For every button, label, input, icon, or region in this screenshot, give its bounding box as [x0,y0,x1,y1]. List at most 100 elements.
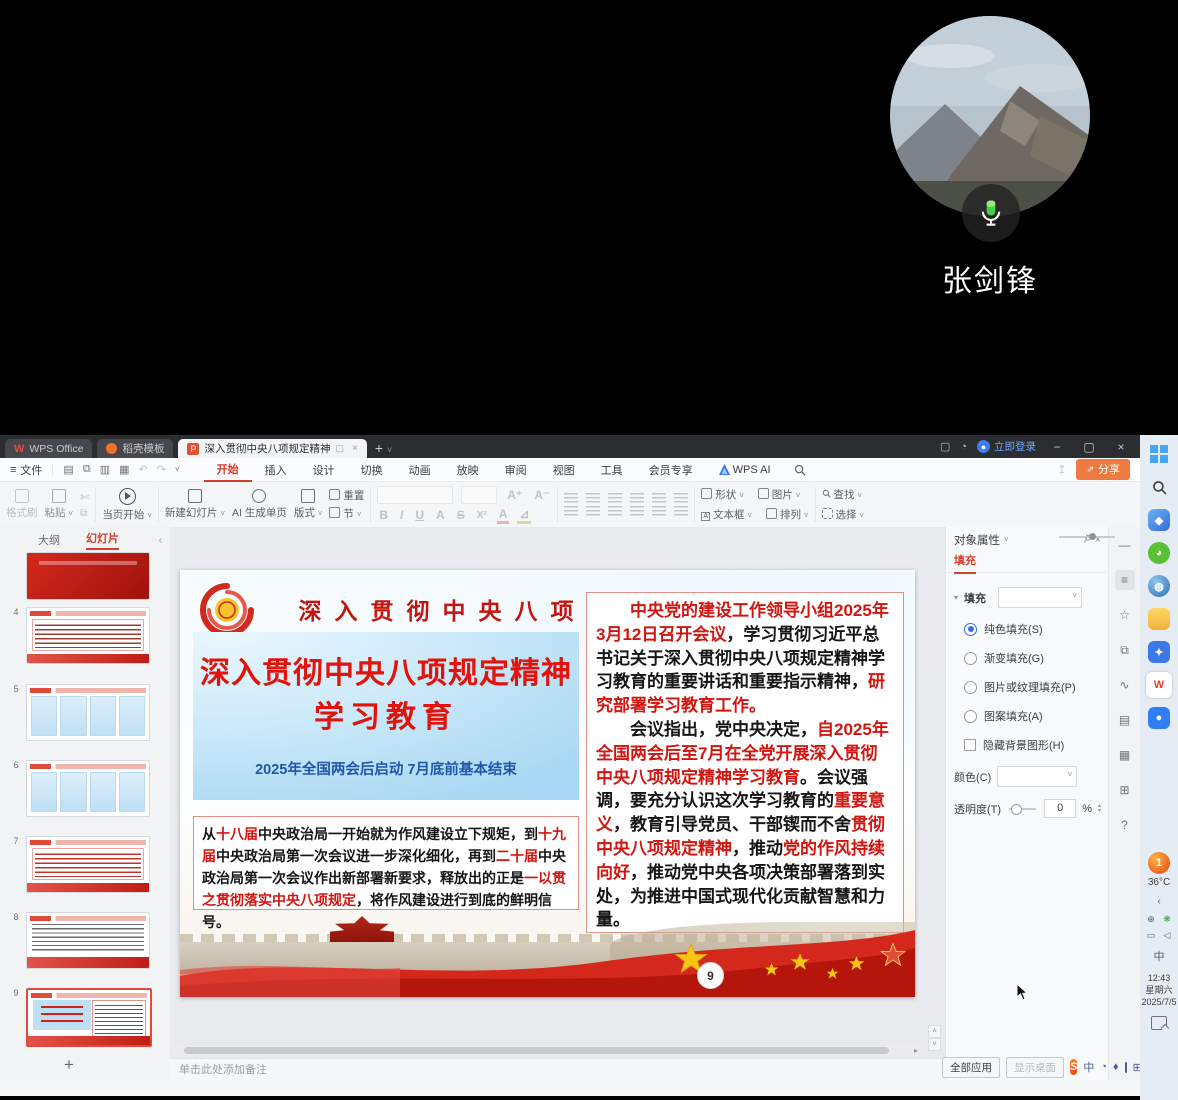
upload-cloud-icon[interactable]: ↥ [1057,463,1066,476]
fill-tab[interactable]: 填充 [954,552,976,574]
outdent-icon[interactable] [608,493,622,503]
tab-presentation[interactable]: P 深入贯彻中央八项规定精神 ▢ × [178,439,366,458]
notification-center-icon[interactable] [1151,1016,1167,1030]
bullets-icon[interactable] [564,493,578,503]
help-icon[interactable]: ? [1115,815,1135,835]
tab-outline[interactable]: 大纲 [38,532,60,548]
underline-icon[interactable]: U [413,508,426,522]
fill-option-1[interactable]: 渐变填充(G) [946,650,1109,666]
taskbar-app-blue[interactable]: ◆ [1146,507,1172,533]
print-icon[interactable]: ▥ [100,463,110,476]
material-library-icon[interactable]: ▦ [1115,745,1135,765]
keyboard-icon[interactable] [1125,1062,1127,1073]
fill-option-0[interactable]: 纯色填充(S) [946,621,1109,637]
arrange-button[interactable]: 排列 ˅ [766,507,809,522]
zoom-slider[interactable] [1059,536,1115,538]
animation-brush-icon[interactable]: ∿ [1115,675,1135,695]
color-dropdown[interactable] [997,766,1077,787]
slide-thumbnail-9-selected[interactable] [26,988,152,1047]
taskbar-file-explorer[interactable] [1146,606,1172,632]
tab-view[interactable]: 视图 [540,459,588,481]
columns-icon[interactable] [652,506,666,516]
fill-option-2[interactable]: 图片或纹理填充(P) [946,679,1109,695]
collapse-panel-icon[interactable]: ‹ [159,535,162,546]
text-direction-icon[interactable] [674,493,688,503]
font-name-select[interactable] [377,486,453,504]
font-size-select[interactable] [461,486,497,504]
temperature[interactable]: 36°C [1148,877,1170,888]
tab-list-chevron[interactable]: ˅ [387,445,392,455]
font-color-icon[interactable]: A [497,507,510,524]
output-icon[interactable]: ⧉ [83,463,91,476]
design-style-icon[interactable]: ▤ [1115,710,1135,730]
tab-slideshow[interactable]: 放映 [444,459,492,481]
tab-tools[interactable]: 工具 [588,459,636,481]
superscript-icon[interactable]: X² [475,510,489,521]
taskbar-wps-active[interactable]: W [1146,672,1172,698]
line-spacing-icon[interactable] [652,493,666,503]
tab-slides[interactable]: 幻灯片 [86,530,119,550]
taskbar-search-button[interactable] [1146,474,1172,500]
layout-grid-icon[interactable]: ⊞ [1115,780,1135,800]
tab-restore-icon[interactable]: ▢ [335,443,344,454]
reset-button[interactable]: 重置 [329,488,364,503]
hscroll-thumb[interactable] [184,1047,889,1054]
indent-icon[interactable] [630,493,644,503]
close-button[interactable]: × [1110,440,1132,454]
search-icon[interactable] [794,464,806,476]
tray-volume-icon[interactable]: ◁ [1161,929,1174,942]
numbering-icon[interactable] [586,493,600,503]
play-from-current-button[interactable]: 当页开始 ˅ [102,488,152,522]
grow-font-icon[interactable]: A⁺ [505,488,524,502]
next-slide-button[interactable]: ˅ [928,1038,941,1051]
slide-thumbnail-7[interactable] [26,836,150,893]
taskbar-docs-app[interactable]: ✦ [1146,639,1172,665]
slide-canvas[interactable]: 深入贯彻中央八项规定精神学习教育 深入贯彻中央八项规定精神 学习教育 2025年… [180,570,915,997]
taskbar-meeting-app[interactable]: ● [1146,705,1172,731]
slide-thumbnail-8[interactable] [26,912,150,969]
shrink-font-icon[interactable]: A⁻ [532,488,551,502]
more-commands-chevron[interactable]: ˅ [175,465,180,474]
merge-shapes-icon[interactable]: ⧉ [1115,640,1135,660]
all-apps-button[interactable]: 全部应用 [942,1057,1000,1078]
strike-icon[interactable]: S [455,508,467,522]
taskbar-clock[interactable]: 12:43 星期六 2025/7/5 [1141,972,1176,1008]
redo-icon[interactable]: ↷ [157,463,166,476]
share-button[interactable]: ⇗ 分享 [1076,459,1130,480]
tab-design[interactable]: 设计 [300,459,348,481]
picture-button[interactable]: 图片 ˅ [758,487,801,502]
fill-style-dropdown[interactable] [998,587,1082,608]
weather-icon[interactable]: 1 [1146,850,1172,876]
object-properties-icon[interactable]: ≡ [1115,570,1135,590]
start-button[interactable] [1146,441,1172,467]
transparency-slider[interactable] [1009,808,1036,810]
shapes-button[interactable]: 形状 ˅ [701,487,744,502]
find-button[interactable]: 查找 ˅ [822,487,865,502]
bold-icon[interactable]: B [377,508,390,522]
slide-thumbnail-3[interactable] [26,552,150,600]
sogou-icon[interactable]: S [1070,1059,1077,1075]
save-icon[interactable]: ▤ [63,463,73,476]
italic-icon[interactable]: I [398,508,405,522]
tab-transition[interactable]: 切换 [348,459,396,481]
minimize-button[interactable]: − [1046,440,1068,454]
new-slide-button[interactable]: 新建幻灯片 ˅ [165,489,225,520]
tab-member[interactable]: 会员专享 [636,459,706,481]
taskbar-browser[interactable]: ◍ [1146,573,1172,599]
tab-review[interactable]: 审阅 [492,459,540,481]
input-mode-chinese[interactable]: 中 [1083,1059,1094,1075]
layout-button[interactable]: 版式 ˅ [294,489,323,520]
tab-animation[interactable]: 动画 [396,459,444,481]
new-tab-button[interactable]: + [375,440,383,456]
align-center-icon[interactable] [586,506,600,516]
copy-icon[interactable]: ⧉ [80,508,89,519]
collapse-strip-icon[interactable]: — [1115,535,1135,555]
slide-thumbnail-4[interactable] [26,607,150,664]
undo-icon[interactable]: ↶ [139,463,148,476]
slide-thumbnail-6[interactable] [26,760,150,817]
tab-home[interactable]: 开始 [204,458,252,482]
tab-wps-office[interactable]: W WPS Office [5,439,92,458]
panel-title-chevron[interactable]: ˅ [1004,535,1009,544]
transparency-value[interactable]: 0 [1044,799,1076,818]
format-painter-button[interactable]: 格式刷 [6,489,38,520]
